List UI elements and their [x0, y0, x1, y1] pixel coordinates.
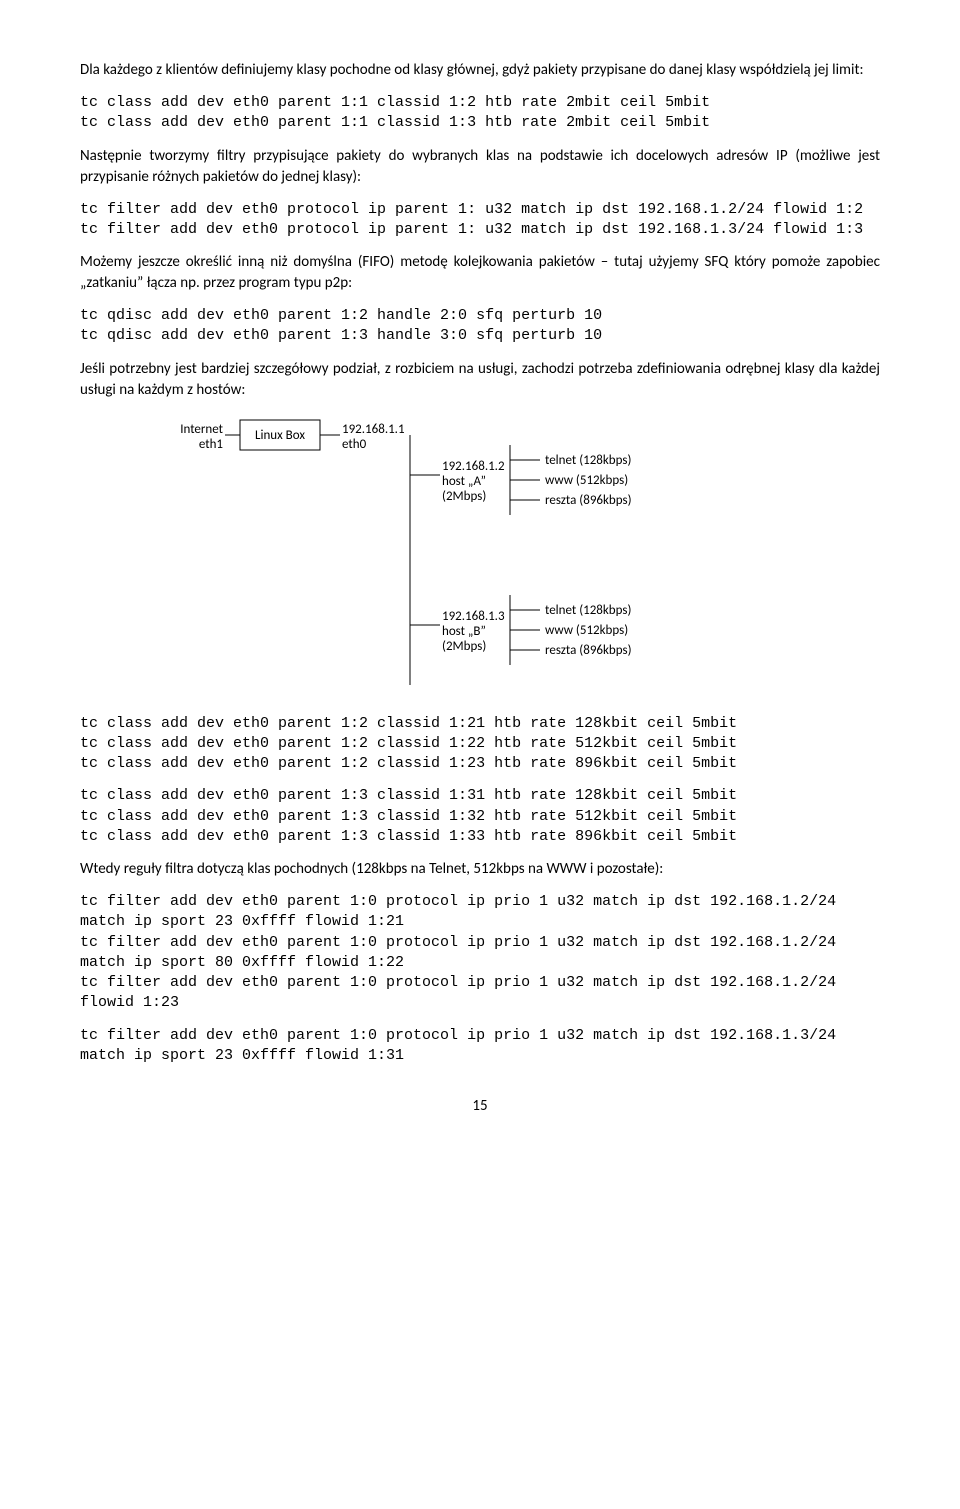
diagram-internet-label: Internet — [180, 422, 223, 437]
code-block: tc filter add dev eth0 parent 1:0 protoc… — [80, 892, 880, 1014]
diagram-hostB-bw: (2Mbps) — [442, 639, 486, 654]
diagram-hostB-name: host „B” — [442, 624, 486, 639]
code-block: tc class add dev eth0 parent 1:1 classid… — [80, 93, 880, 134]
code-block: tc filter add dev eth0 protocol ip paren… — [80, 200, 880, 241]
diagram-hostB-www: www (512kbps) — [545, 623, 628, 638]
diagram-hostA-telnet: telnet (128kbps) — [545, 453, 631, 468]
code-block: tc class add dev eth0 parent 1:2 classid… — [80, 714, 880, 775]
code-block: tc filter add dev eth0 parent 1:0 protoc… — [80, 1026, 880, 1067]
diagram-linuxbox-label: Linux Box — [255, 428, 305, 443]
diagram-hostB-rest: reszta (896kbps) — [545, 643, 632, 658]
paragraph: Jeśli potrzebny jest bardziej szczegółow… — [80, 359, 880, 401]
diagram-hostA-www: www (512kbps) — [545, 473, 628, 488]
diagram-hostA-name: host „A” — [442, 474, 486, 489]
code-block: tc qdisc add dev eth0 parent 1:2 handle … — [80, 306, 880, 347]
network-diagram: text { font-family: Calibri, Arial, sans… — [180, 415, 880, 700]
paragraph: Możemy jeszcze określić inną niż domyśln… — [80, 252, 880, 294]
paragraph: Wtedy reguły filtra dotyczą klas pochodn… — [80, 859, 880, 880]
diagram-eth1-label: eth1 — [199, 437, 223, 452]
code-block: tc class add dev eth0 parent 1:3 classid… — [80, 786, 880, 847]
paragraph: Następnie tworzymy filtry przypisujące p… — [80, 146, 880, 188]
diagram-hostA-rest: reszta (896kbps) — [545, 493, 632, 508]
paragraph: Dla każdego z klientów definiujemy klasy… — [80, 60, 880, 81]
diagram-hostB-ip: 192.168.1.3 — [442, 609, 505, 624]
diagram-hostA-bw: (2Mbps) — [442, 489, 486, 504]
page-number: 15 — [80, 1096, 880, 1117]
diagram-eth0-label: eth0 — [342, 437, 367, 452]
diagram-hostA-ip: 192.168.1.2 — [442, 459, 505, 474]
diagram-gateway-ip: 192.168.1.1 — [342, 422, 405, 437]
diagram-hostB-telnet: telnet (128kbps) — [545, 603, 631, 618]
